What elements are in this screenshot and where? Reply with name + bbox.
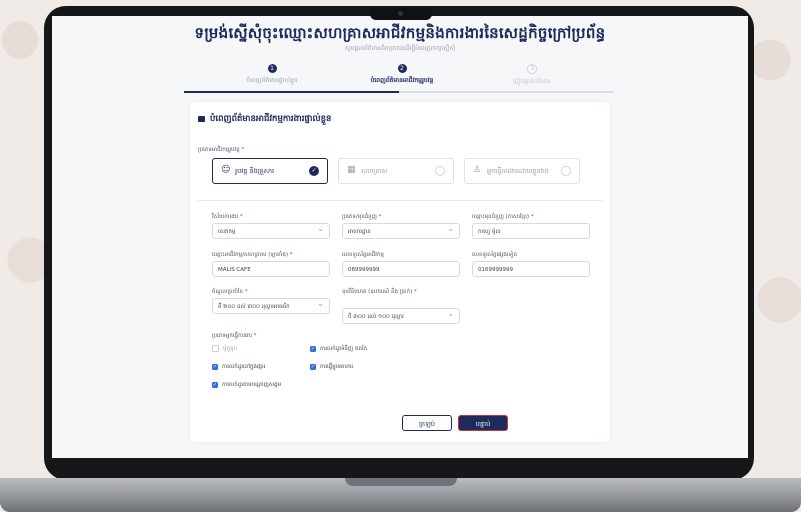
checkbox-motodop[interactable]: ម៉ូតូឌុប: [212, 345, 237, 353]
checkbox-food[interactable]: ✓ ការធ្វើម្ហូបអាហារ: [310, 363, 353, 371]
phone2-input[interactable]: 0169999999: [472, 261, 590, 277]
type-label: ប្រភេទអាជីវកម្មរូបវន្ត *: [198, 147, 245, 153]
type-card-self-employed[interactable]: ♙ អ្នកធ្វើការងារដោយខ្លួនឯង: [464, 158, 580, 184]
page-subtitle: សូមផ្ដល់ព័ត៌មានពិតប្រាកដដើម្បីបំពេញពាក្យ…: [344, 45, 456, 52]
phone-input[interactable]: 089999999: [342, 261, 460, 277]
next-button[interactable]: បន្ទាប់: [458, 415, 508, 431]
radio-icon: [435, 166, 445, 176]
step-label: បំពេញព័ត៌មានផ្ទាល់ខ្លួន: [246, 77, 298, 84]
step-1[interactable]: 1 បំពេញព័ត៌មានផ្ទាល់ខ្លួន: [212, 64, 332, 85]
type-card-individual[interactable]: ☺ រូបវន្ត និងគ្រួសារ ✓: [212, 158, 328, 184]
checks-label: ប្រភេទអ្នកធ្វើការងារ *: [212, 333, 257, 339]
stepper: 1 បំពេញព័ត៌មានផ្ទាល់ខ្លួន 2 បំពេញព័ត៌មាន…: [212, 64, 592, 94]
step-3: 3 ផ្ទៀងផ្ទាត់ព័ត៌មាន: [472, 64, 592, 86]
laptop-screen: ទម្រង់ស្នើសុំចុះឈ្មោះសហគ្រាសអាជីវកម្មនិង…: [52, 16, 748, 458]
step-number: 1: [267, 64, 277, 73]
checkbox-icon: [212, 345, 219, 352]
business-name-en-input[interactable]: MALIS CAFE: [212, 261, 330, 277]
sector-select[interactable]: សេវាកម្ម: [212, 221, 330, 239]
checkbox-mobile-vendor[interactable]: ✓ ការលក់ដូរទំនិញ ចល័ត: [310, 345, 367, 353]
back-button[interactable]: ត្រឡប់: [402, 415, 452, 431]
checkbox-icon: ✓: [310, 345, 316, 352]
step-number: 2: [397, 64, 407, 73]
form-card: បំពេញព័ត៌មានអាជីវកម្មការងារផ្ទាល់ខ្លួន ប…: [190, 102, 610, 442]
step-label: បំពេញព័ត៌មានអាជីវកម្មរូបវន្ត: [370, 77, 434, 84]
checkbox-social-seller[interactable]: ✓ ការលក់ដូរតាមបណ្ដាញសង្គម: [212, 381, 281, 389]
camera-icon: [370, 8, 432, 20]
capital-select[interactable]: ពី ៣០០ ដល់ ១០០ ដុល្លារ: [342, 306, 460, 324]
business-name-kh-input[interactable]: កាហ្វេ ម៉ូល: [472, 223, 590, 239]
checkbox-icon: ✓: [310, 363, 316, 370]
activity-label: ប្រភេទ/មុខជំនួញ *: [342, 214, 382, 220]
section-title: បំពេញព័ត៌មានអាជីវកម្មការងារផ្ទាល់ខ្លួន: [198, 114, 331, 126]
activity-select[interactable]: អាហារដ្ឋាន: [342, 221, 460, 239]
revenue-select[interactable]: ពី ២០០ ដល់ ៣០០ ដុល្លារអាមេរិក: [212, 296, 330, 314]
building-icon: ▦: [347, 165, 356, 175]
step-2[interactable]: 2 បំពេញព័ត៌មានអាជីវកម្មរូបវន្ត: [342, 64, 462, 85]
revenue-label: ចំណូលប្រចាំខែ *: [212, 289, 248, 295]
step-number: 3: [527, 64, 537, 74]
type-card-enterprise[interactable]: ▦ សហគ្រាស: [338, 158, 454, 184]
step-label: ផ្ទៀងផ្ទាត់ព័ត៌មាន: [513, 78, 551, 85]
page-title: ទម្រង់ស្នើសុំចុះឈ្មោះសហគ្រាសអាជីវកម្មនិង…: [194, 24, 606, 42]
divider: [198, 200, 602, 201]
laptop-notch: [345, 478, 457, 486]
phone2-label: លេខទូរស័ព្ទផ្សេងទៀត: [472, 252, 518, 258]
checkbox-icon: ✓: [212, 381, 218, 388]
checkbox-market-vendor[interactable]: ✓ ការលក់ដូរនៅក្នុងផ្សារ: [212, 363, 265, 371]
person-icon: ☺: [221, 165, 231, 175]
worker-icon: ♙: [473, 165, 482, 175]
sector-label: វិស័យការងារ *: [212, 214, 243, 220]
radio-icon: [561, 166, 571, 176]
briefcase-icon: [198, 115, 205, 122]
phone-label: លេខទូរស័ព្ទអាជីវកម្ម: [342, 252, 384, 258]
checkbox-icon: ✓: [212, 363, 218, 370]
check-icon: ✓: [309, 166, 319, 176]
business-name-en-label: ឈ្មោះអាជីវកម្ម/សហគ្រាស (ឡាតាំង) *: [212, 252, 293, 258]
business-name-kh-label: ឈ្មោះមុខជំនួញ (ភាសាខ្មែរ) *: [472, 214, 534, 220]
capital-label: ទុនវិនិយោគ (ឧបករណ៍ និង ប្រាក់) *: [342, 289, 417, 295]
